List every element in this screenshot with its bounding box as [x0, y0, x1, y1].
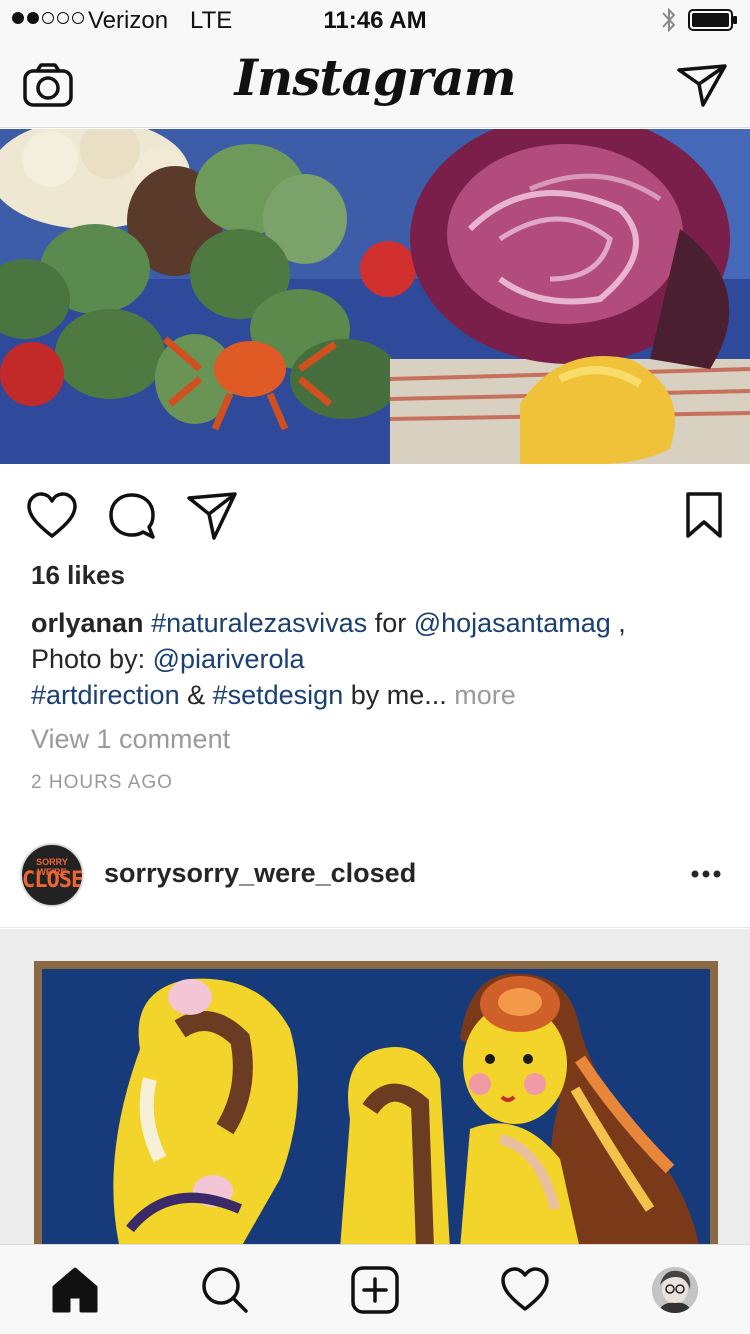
hashtag-link[interactable]: #naturalezasvivas	[151, 608, 367, 638]
caption-more-link[interactable]: more	[454, 680, 516, 710]
hashtag-link[interactable]: #setdesign	[213, 680, 344, 710]
home-icon[interactable]	[50, 1265, 100, 1315]
heart-icon[interactable]	[26, 490, 78, 542]
post-image-vegetables[interactable]	[0, 129, 750, 464]
status-time: 11:46 AM	[323, 7, 427, 34]
hashtag-link[interactable]: #artdirection	[31, 680, 180, 710]
avatar-text: CLOSED	[22, 868, 84, 893]
comment-icon[interactable]	[106, 490, 158, 542]
search-icon[interactable]	[200, 1265, 250, 1315]
activity-heart-icon[interactable]	[500, 1265, 550, 1315]
more-options-icon[interactable]	[690, 860, 722, 888]
bookmark-icon[interactable]	[680, 490, 728, 542]
caption-text: for	[367, 608, 414, 638]
caption-text: ,	[610, 608, 626, 638]
avatar[interactable]: SORRY WE'RE CLOSED	[20, 843, 84, 907]
mention-link[interactable]: @piariverola	[153, 644, 305, 674]
view-comments-link[interactable]: View 1 comment	[31, 724, 230, 755]
app-logo: Instagram	[234, 48, 517, 107]
mention-link[interactable]: @hojasantamag	[414, 608, 611, 638]
top-nav-bar: Instagram	[0, 40, 750, 128]
direct-message-icon[interactable]	[676, 62, 728, 108]
status-bar: Verizon LTE 11:46 AM	[0, 0, 750, 40]
caption-text: by me...	[343, 680, 447, 710]
bluetooth-icon	[662, 7, 676, 33]
caption-text: Photo by:	[31, 644, 153, 674]
post-actions	[0, 464, 750, 564]
caption-text: &	[179, 680, 213, 710]
caption-username[interactable]: orlyanan	[31, 608, 144, 638]
share-icon[interactable]	[186, 490, 238, 542]
post-image-painting[interactable]	[0, 929, 750, 1244]
post-header: SORRY WE'RE CLOSED sorrysorry_were_close…	[0, 820, 750, 928]
add-post-icon[interactable]	[350, 1265, 400, 1315]
post-timestamp: 2 HOURS AGO	[31, 772, 173, 793]
likes-count[interactable]: 16 likes	[31, 560, 125, 591]
battery-icon	[688, 9, 737, 31]
bottom-tab-bar	[0, 1244, 750, 1334]
post-username[interactable]: sorrysorry_were_closed	[104, 858, 416, 889]
profile-avatar[interactable]	[652, 1267, 698, 1313]
post-caption: orlyanan #naturalezasvivas for @hojasant…	[31, 605, 721, 713]
